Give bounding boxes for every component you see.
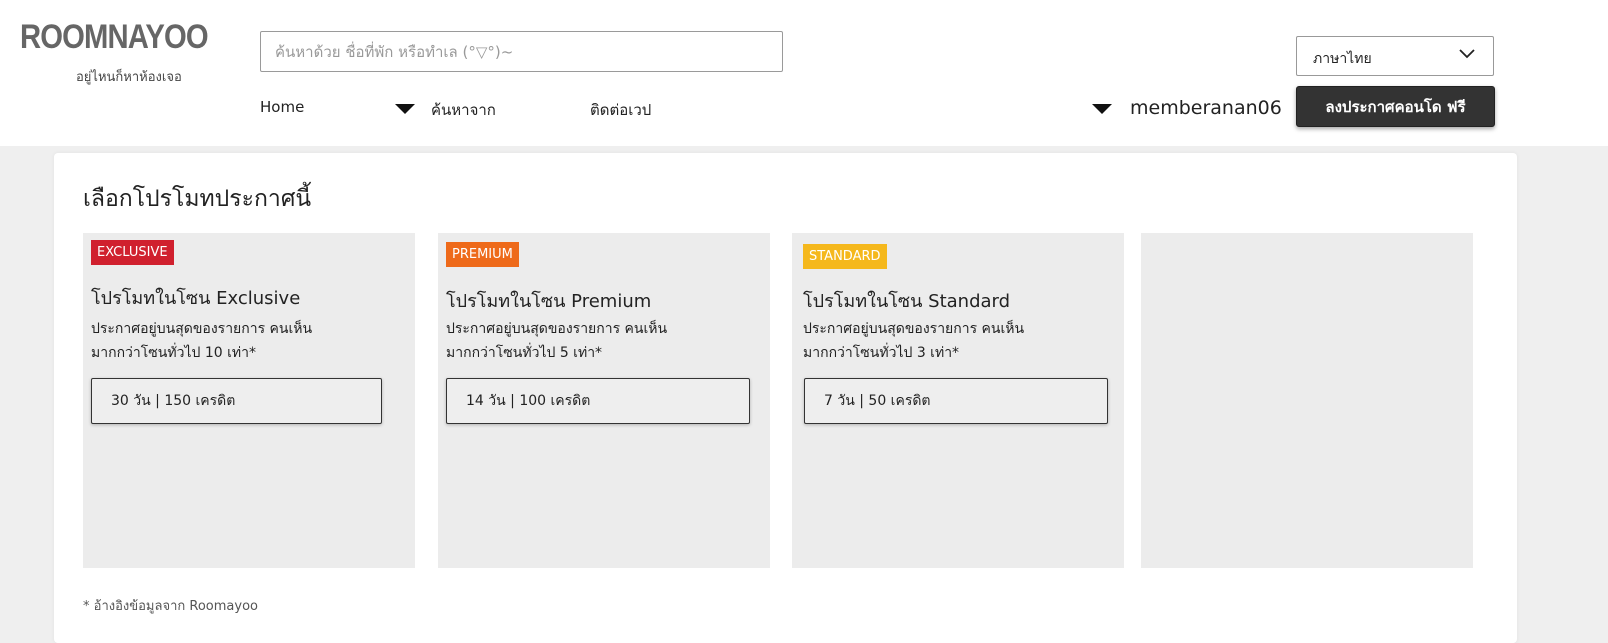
card-desc-line: ประกาศอยู่บนสุดของรายการ คนเห็น	[91, 321, 313, 337]
search-input[interactable]	[260, 31, 783, 72]
language-label: ภาษาไทย	[1313, 51, 1372, 67]
card-desc-line: มากกว่าโซนทั่วไป 10 เท่า*	[91, 345, 256, 361]
card-title: โปรโมทในโซน Exclusive	[91, 288, 301, 309]
page-title: เลือกโปรโมทประกาศนี้	[83, 186, 312, 212]
card-title: โปรโมทในโซน Premium	[446, 291, 652, 312]
badge-exclusive: EXCLUSIVE	[91, 240, 174, 265]
option-button-exclusive[interactable]: 30 วัน | 150 เครดิต	[91, 378, 382, 424]
site-header: ROOMNAYOO อยู่ไหนก็หาห้องเจอ Home ค้นหาจ…	[0, 0, 1608, 146]
chevron-down-icon	[1459, 49, 1475, 59]
nav-search-from[interactable]: ค้นหาจาก	[431, 98, 496, 122]
option-button-premium[interactable]: 14 วัน | 100 เครดิต	[446, 378, 750, 424]
badge-standard: STANDARD	[803, 244, 887, 269]
card-description: ประกาศอยู่บนสุดของรายการ คนเห็น มากกว่าโ…	[446, 317, 746, 365]
site-logo[interactable]: ROOMNAYOO	[20, 18, 209, 57]
footnote: * อ้างอิงข้อมูลจาก Roomayoo	[83, 599, 258, 614]
promote-panel: เลือกโปรโมทประกาศนี้ EXCLUSIVE โปรโมทในโ…	[54, 153, 1517, 643]
promo-card-exclusive: EXCLUSIVE โปรโมทในโซน Exclusive ประกาศอย…	[83, 233, 415, 568]
promo-card-premium: PREMIUM โปรโมทในโซน Premium ประกาศอยู่บน…	[438, 233, 770, 568]
nav-home[interactable]: Home	[260, 98, 304, 116]
user-menu-caret-icon[interactable]	[1092, 104, 1112, 114]
card-desc-line: มากกว่าโซนทั่วไป 5 เท่า*	[446, 345, 603, 361]
card-desc-line: ประกาศอยู่บนสุดของรายการ คนเห็น	[446, 321, 668, 337]
promo-card-standard: STANDARD โปรโมทในโซน Standard ประกาศอยู่…	[792, 233, 1124, 568]
card-description: ประกาศอยู่บนสุดของรายการ คนเห็น มากกว่าโ…	[803, 317, 1103, 365]
site-tagline: อยู่ไหนก็หาห้องเจอ	[76, 70, 182, 85]
post-condo-button[interactable]: ลงประกาศคอนโด ฟรี	[1296, 86, 1495, 127]
card-desc-line: ประกาศอยู่บนสุดของรายการ คนเห็น	[803, 321, 1025, 337]
card-desc-line: มากกว่าโซนทั่วไป 3 เท่า*	[803, 345, 960, 361]
badge-premium: PREMIUM	[446, 242, 519, 267]
caret-down-icon[interactable]	[395, 104, 415, 114]
card-title: โปรโมทในโซน Standard	[803, 291, 1011, 312]
option-button-standard[interactable]: 7 วัน | 50 เครดิต	[804, 378, 1108, 424]
language-select[interactable]: ภาษาไทย	[1296, 36, 1494, 76]
nav-contact[interactable]: ติดต่อเวป	[590, 98, 651, 122]
promo-card-empty	[1141, 233, 1473, 568]
card-description: ประกาศอยู่บนสุดของรายการ คนเห็น มากกว่าโ…	[91, 317, 391, 365]
user-name[interactable]: memberanan06	[1130, 97, 1282, 119]
